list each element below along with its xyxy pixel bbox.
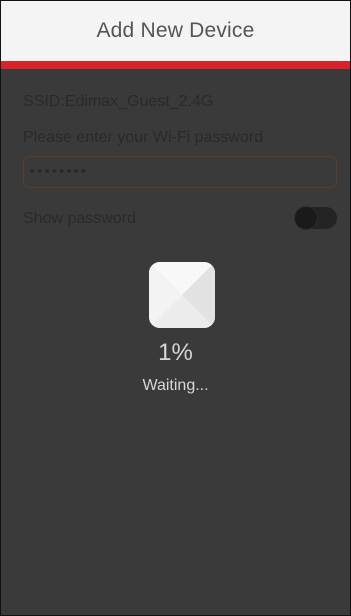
header-accent-divider bbox=[1, 61, 350, 69]
progress-status: Waiting... bbox=[142, 377, 209, 394]
toggle-knob bbox=[295, 207, 317, 229]
ssid-label: SSID:Edimax_Guest_2.4G bbox=[23, 93, 214, 110]
progress-percent: 1% bbox=[158, 339, 193, 366]
page-title: Add New Device bbox=[96, 19, 255, 42]
app-screen: Add New Device SSID:Edimax_Guest_2.4G Pl… bbox=[0, 0, 351, 616]
device-icon bbox=[149, 262, 215, 328]
password-prompt-label: Please enter your Wi-Fi password bbox=[23, 129, 264, 146]
main-content: SSID:Edimax_Guest_2.4G Please enter your… bbox=[1, 69, 350, 615]
show-password-toggle[interactable] bbox=[295, 207, 337, 229]
app-header: Add New Device bbox=[1, 1, 350, 61]
show-password-label: Show password bbox=[23, 210, 136, 227]
wifi-password-field[interactable]: •••••••• bbox=[23, 156, 337, 188]
